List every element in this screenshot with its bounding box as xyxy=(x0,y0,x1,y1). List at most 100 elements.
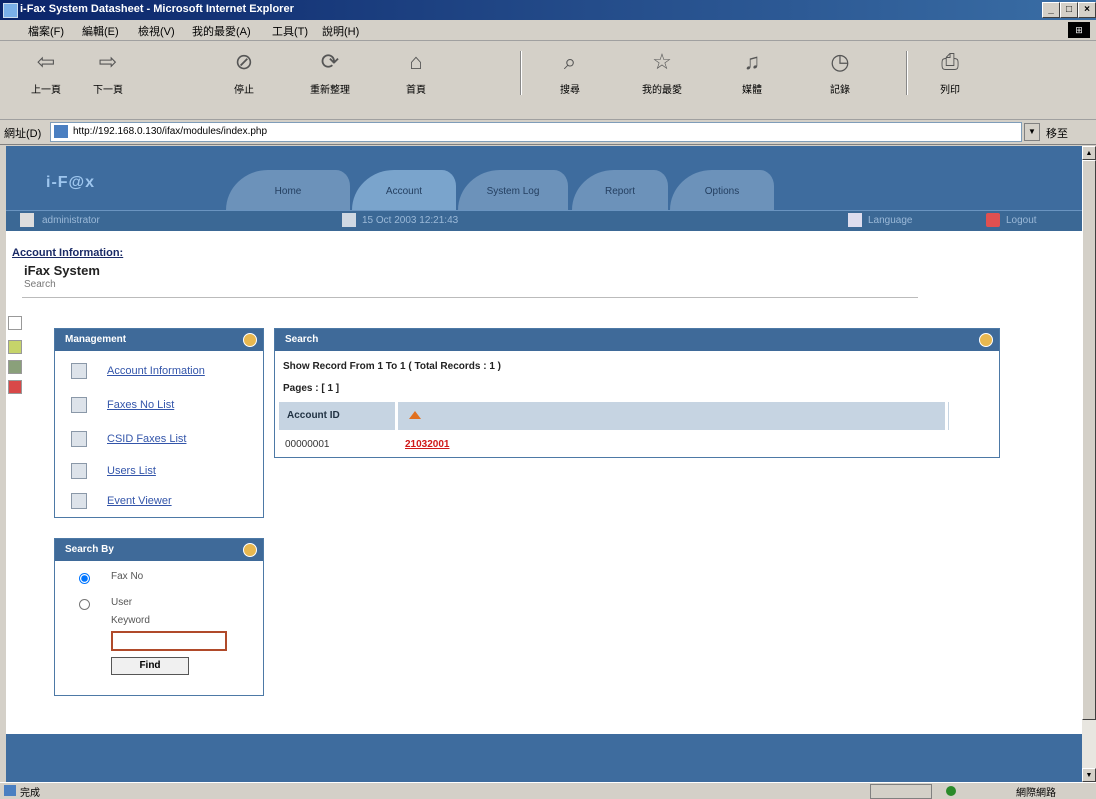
language-icon xyxy=(848,213,862,227)
users-icon xyxy=(71,463,87,479)
side-blank-icon[interactable] xyxy=(8,316,22,330)
divider xyxy=(22,297,918,298)
page-viewport: i-F@x Home Account System Log Report Opt… xyxy=(6,146,1082,782)
menu-help[interactable]: 說明(H) xyxy=(322,23,359,39)
scroll-thumb[interactable] xyxy=(1082,160,1096,720)
home-icon: ⌂ xyxy=(409,49,423,74)
go-button[interactable]: 移至 xyxy=(1046,125,1068,141)
back-button[interactable]: ⇦ 上一頁 xyxy=(16,49,76,96)
search-results-panel: Search Show Record From 1 To 1 ( Total R… xyxy=(274,328,1000,458)
section-heading: Account Information: xyxy=(12,247,124,259)
event-viewer-icon xyxy=(71,493,87,509)
row-account-id: 00000001 xyxy=(285,439,330,450)
user-icon xyxy=(20,213,34,227)
address-bar: 網址(D) http://192.168.0.130/ifax/modules/… xyxy=(0,120,1096,145)
status-text: 完成 xyxy=(20,788,40,799)
window-title: i-Fax System Datasheet - Microsoft Inter… xyxy=(20,3,294,15)
tab-system-log[interactable]: System Log xyxy=(458,170,568,210)
toolbar-separator xyxy=(906,51,908,95)
stop-icon: ⊘ xyxy=(234,49,254,74)
menu-tools[interactable]: 工具(T) xyxy=(272,23,308,39)
fax-list-icon xyxy=(71,397,87,413)
collapse-icon[interactable] xyxy=(979,333,993,347)
forward-arrow-icon: ⇨ xyxy=(98,49,118,74)
print-icon: ⎙ xyxy=(941,49,959,74)
history-button[interactable]: ◷ 記錄 xyxy=(810,49,870,96)
collapse-icon[interactable] xyxy=(243,543,257,557)
radio-fax-no[interactable] xyxy=(79,573,90,584)
address-dropdown-button[interactable]: ▼ xyxy=(1024,123,1040,141)
address-input[interactable]: http://192.168.0.130/ifax/modules/index.… xyxy=(50,122,1022,142)
column-divider xyxy=(965,402,968,430)
scroll-down-icon[interactable]: ▼ xyxy=(1082,768,1096,782)
sort-ascending-icon[interactable] xyxy=(409,411,421,419)
pages-indicator: Pages : [ 1 ] xyxy=(283,383,340,394)
collapse-icon[interactable] xyxy=(243,333,257,347)
menu-view[interactable]: 檢視(V) xyxy=(138,23,175,39)
side-edit-icon[interactable] xyxy=(8,340,22,354)
app-logo: i-F@x xyxy=(46,174,96,191)
favorites-button[interactable]: ☆ 我的最愛 xyxy=(632,49,692,96)
page-icon xyxy=(54,125,68,138)
calendar-icon xyxy=(342,213,356,227)
menu-edit[interactable]: 編輯(E) xyxy=(82,23,119,39)
document-icon xyxy=(71,363,87,379)
page-title: iFax System xyxy=(24,263,100,278)
maximize-button[interactable]: □ xyxy=(1060,2,1078,18)
search-results-title: Search xyxy=(285,334,319,345)
column-divider xyxy=(395,402,398,430)
refresh-button[interactable]: ⟳ 重新整理 xyxy=(300,49,360,96)
app-header: i-F@x Home Account System Log Report Opt… xyxy=(6,146,1082,210)
back-arrow-icon: ⇦ xyxy=(36,49,56,74)
minimize-button[interactable]: _ xyxy=(1042,2,1060,18)
favorites-icon: ☆ xyxy=(652,49,672,74)
keyword-input[interactable] xyxy=(111,631,227,651)
logout-link[interactable]: Logout xyxy=(1006,215,1037,226)
radio-user[interactable] xyxy=(79,599,90,610)
side-user-icon[interactable] xyxy=(8,360,22,374)
browser-toolbar: ⇦ 上一頁 ⇨ 下一頁 ⊘ 停止 ⟳ 重新整理 ⌂ 首頁 ⌕ 搜尋 ☆ 我的最愛 ♫ 媒體 ◷ 記… xyxy=(0,41,1096,120)
page-subtitle: Search xyxy=(24,279,56,290)
row-link[interactable]: 21032001 xyxy=(405,439,450,450)
table-header: Account ID xyxy=(279,402,988,430)
history-icon: ◷ xyxy=(830,49,850,74)
keyword-label: Keyword xyxy=(111,615,150,626)
side-exit-icon[interactable] xyxy=(8,380,22,394)
tab-report[interactable]: Report xyxy=(572,170,668,210)
app-footer xyxy=(6,734,1082,782)
column-account-id[interactable]: Account ID xyxy=(287,410,340,421)
media-button[interactable]: ♫ 媒體 xyxy=(722,49,782,96)
stop-button[interactable]: ⊘ 停止 xyxy=(214,49,274,96)
forward-button[interactable]: ⇨ 下一頁 xyxy=(78,49,138,96)
management-header: Management xyxy=(55,329,263,351)
search-icon: ⌕ xyxy=(563,49,577,74)
menu-favorites[interactable]: 我的最愛(A) xyxy=(192,23,251,39)
ie-icon xyxy=(3,3,18,18)
search-button[interactable]: ⌕ 搜尋 xyxy=(540,49,600,96)
language-link[interactable]: Language xyxy=(868,215,913,226)
tab-home[interactable]: Home xyxy=(226,170,350,210)
home-button[interactable]: ⌂ 首頁 xyxy=(386,49,446,96)
radio-user-label: User xyxy=(111,597,133,608)
tab-account[interactable]: Account xyxy=(352,170,456,210)
vertical-scrollbar[interactable]: ▲ ▼ xyxy=(1082,146,1096,782)
menu-bar: 檔案(F) 編輯(E) 檢視(V) 我的最愛(A) 工具(T) 說明(H) xyxy=(0,20,1096,41)
management-panel: Management Account Information Faxes No … xyxy=(54,328,264,518)
refresh-icon: ⟳ xyxy=(320,49,340,74)
close-button[interactable]: × xyxy=(1078,2,1096,18)
menu-file[interactable]: 檔案(F) xyxy=(28,23,64,39)
done-icon xyxy=(4,785,16,796)
record-summary: Show Record From 1 To 1 ( Total Records … xyxy=(283,361,501,372)
window-title-bar: i-Fax System Datasheet - Microsoft Inter… xyxy=(0,0,1096,20)
logout-icon xyxy=(986,213,1000,227)
print-button[interactable]: ⎙ 列印 xyxy=(920,49,980,96)
toolbar-separator xyxy=(520,51,522,95)
management-title: Management xyxy=(65,334,127,345)
scroll-up-icon[interactable]: ▲ xyxy=(1082,146,1096,160)
internet-zone-icon xyxy=(946,786,956,796)
find-button[interactable]: Find xyxy=(111,657,189,675)
tab-options[interactable]: Options xyxy=(670,170,774,210)
address-label: 網址(D) xyxy=(4,128,42,140)
media-icon: ♫ xyxy=(743,49,761,74)
user-name: administrator xyxy=(42,215,100,226)
